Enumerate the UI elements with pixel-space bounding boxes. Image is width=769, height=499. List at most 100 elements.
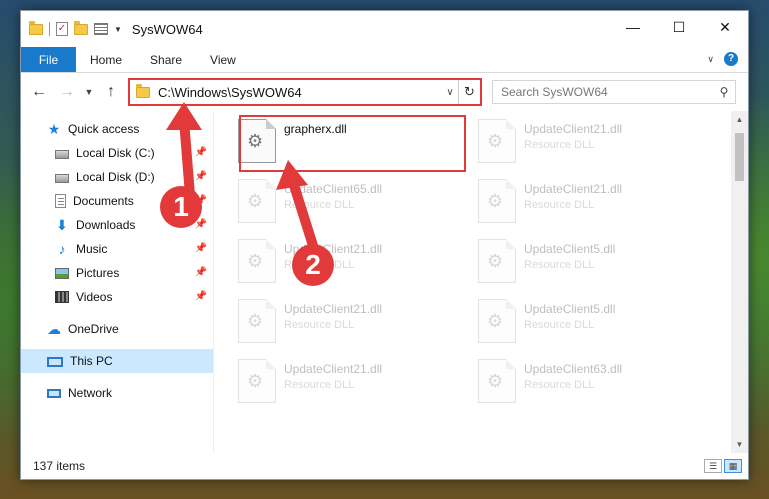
help-icon[interactable]: ? xyxy=(724,52,738,66)
nav-item-label: Videos xyxy=(76,290,113,304)
pin-icon[interactable]: 📌 xyxy=(195,291,207,302)
tab-file[interactable]: File xyxy=(21,47,76,72)
address-bar[interactable]: C:\Windows\SysWOW64 ∨ ↻ xyxy=(128,78,482,106)
dll-file-icon: ⚙ xyxy=(478,119,516,163)
nav-item-music[interactable]: ♪ Music 📌 xyxy=(21,237,213,261)
minimize-button[interactable]: — xyxy=(610,11,656,43)
nav-item-label: Downloads xyxy=(76,218,136,232)
star-icon: ★ xyxy=(47,121,61,137)
scrollbar-thumb[interactable] xyxy=(735,133,744,181)
file-item[interactable]: ⚙ UpdateClient21.dllResource DLL xyxy=(238,295,478,355)
file-type: Resource DLL xyxy=(524,259,595,271)
nav-item-onedrive[interactable]: ☁ OneDrive xyxy=(21,317,213,341)
search-box[interactable]: ⚲ xyxy=(492,80,736,104)
forward-arrow-icon[interactable]: → xyxy=(53,83,81,101)
address-path[interactable]: C:\Windows\SysWOW64 xyxy=(158,85,442,100)
documents-icon xyxy=(55,194,66,208)
dll-file-icon: ⚙ xyxy=(238,119,276,163)
window-title: SysWOW64 xyxy=(131,21,203,37)
nav-item-quick-access[interactable]: ★ Quick access xyxy=(21,117,213,141)
file-type: Resource DLL xyxy=(524,319,595,331)
tab-home[interactable]: Home xyxy=(76,47,136,72)
scroll-up-arrow-icon[interactable]: ▲ xyxy=(731,111,748,128)
file-type: Resource DLL xyxy=(284,319,355,331)
gear-icon: ⚙ xyxy=(247,311,264,331)
up-arrow-icon[interactable]: ↑ xyxy=(97,83,125,101)
address-dropdown-chevron-icon[interactable]: ∨ xyxy=(442,87,458,98)
nav-item-label: Network xyxy=(68,386,113,400)
pin-icon[interactable]: 📌 xyxy=(195,147,207,158)
large-icons-view-icon[interactable]: ▦ xyxy=(724,459,742,473)
onedrive-icon: ☁ xyxy=(47,321,61,337)
dll-file-icon: ⚙ xyxy=(238,179,276,223)
file-item[interactable]: ⚙ UpdateClient5.dll Resource DLL xyxy=(478,235,718,295)
nav-item-label: OneDrive xyxy=(68,322,119,336)
folder-icon xyxy=(29,20,43,35)
tab-share[interactable]: Share xyxy=(136,47,196,72)
nav-item-this-pc[interactable]: This PC xyxy=(21,349,213,373)
gear-icon: ⚙ xyxy=(487,251,504,271)
file-type: Resource DLL xyxy=(524,139,595,151)
scroll-down-arrow-icon[interactable]: ▼ xyxy=(731,436,748,453)
file-item[interactable]: ⚙ UpdateClient65.dll Resource DLL xyxy=(238,175,478,235)
file-list-pane: ⚙ grapherx.dll ⚙ UpdateClient21.dll Resou… xyxy=(214,111,748,453)
file-name: UpdateClient21.dll xyxy=(284,362,383,376)
customize-toolbar-chevron-icon[interactable]: ▼ xyxy=(114,25,122,34)
file-type: Resource DLL xyxy=(524,199,595,211)
explorer-body: ★ Quick access Local Disk (C:) 📌 Local D… xyxy=(21,111,748,453)
address-row: ← → ▼ ↑ C:\Windows\SysWOW64 ∨ ↻ ⚲ xyxy=(21,73,748,111)
details-view-icon[interactable]: ☰ xyxy=(704,459,722,473)
step-badge-1: 1 xyxy=(160,186,202,228)
pin-icon[interactable]: 📌 xyxy=(195,243,207,254)
gear-icon: ⚙ xyxy=(247,371,264,391)
search-input[interactable] xyxy=(493,85,713,99)
ribbon-tabs: File Home Share View ∨ ? xyxy=(21,47,748,73)
expand-ribbon-chevron-icon[interactable]: ∨ xyxy=(707,54,714,65)
file-item[interactable]: ⚙ UpdateClient21.dllResource DLL xyxy=(478,115,718,175)
disk-icon xyxy=(55,149,69,159)
file-item[interactable]: ⚙ UpdateClient21.dll Resource DLL xyxy=(238,355,478,415)
nav-item-pictures[interactable]: Pictures 📌 xyxy=(21,261,213,285)
nav-item-videos[interactable]: Videos 📌 xyxy=(21,285,213,309)
folder-icon xyxy=(136,83,150,98)
nav-item-label: Documents xyxy=(73,194,134,208)
tab-view[interactable]: View xyxy=(196,47,250,72)
file-item[interactable]: ⚙ UpdateClient21.dllResource DLL xyxy=(238,235,478,295)
window-controls: — ☐ ✕ xyxy=(610,11,748,43)
dll-file-icon: ⚙ xyxy=(238,299,276,343)
maximize-button[interactable]: ☐ xyxy=(656,11,702,43)
properties-icon[interactable] xyxy=(94,23,108,35)
file-item[interactable]: ⚙ UpdateClient21.dllResource DLL xyxy=(478,175,718,235)
file-explorer-window: ✓ ▼ SysWOW64 — ☐ ✕ File Home Share View … xyxy=(20,10,749,480)
new-folder-icon[interactable] xyxy=(74,20,88,35)
file-item-grapherx[interactable]: ⚙ grapherx.dll xyxy=(238,115,478,175)
dll-file-icon: ⚙ xyxy=(478,239,516,283)
nav-item-label: This PC xyxy=(70,354,113,368)
back-arrow-icon[interactable]: ← xyxy=(25,83,53,101)
navigation-pane: ★ Quick access Local Disk (C:) 📌 Local D… xyxy=(21,111,214,453)
nav-item-local-disk-c[interactable]: Local Disk (C:) 📌 xyxy=(21,141,213,165)
quick-access-toolbar: ✓ ▼ xyxy=(21,20,122,36)
dll-file-icon: ⚙ xyxy=(478,359,516,403)
file-item[interactable]: ⚙ UpdateClient5.dll Resource DLL xyxy=(478,295,718,355)
close-button[interactable]: ✕ xyxy=(702,11,748,43)
gear-icon: ⚙ xyxy=(247,131,264,151)
refresh-icon[interactable]: ↻ xyxy=(458,80,480,104)
dll-file-icon: ⚙ xyxy=(478,299,516,343)
search-icon[interactable]: ⚲ xyxy=(713,85,735,99)
step-badge-2: 2 xyxy=(292,244,334,286)
pin-icon[interactable]: 📌 xyxy=(195,267,207,278)
vertical-scrollbar[interactable]: ▲ ▼ xyxy=(731,111,748,453)
file-type: Resource DLL xyxy=(284,199,355,211)
recent-locations-chevron-icon[interactable]: ▼ xyxy=(81,87,97,97)
nav-item-network[interactable]: Network xyxy=(21,381,213,405)
nav-item-label: Pictures xyxy=(76,266,120,280)
gear-icon: ⚙ xyxy=(247,191,264,211)
file-type: Resource DLL xyxy=(284,379,355,391)
pin-icon[interactable]: 📌 xyxy=(195,171,207,182)
nav-item-label: Music xyxy=(76,242,108,256)
file-item[interactable]: ⚙ UpdateClient63.dll Resource DLL xyxy=(478,355,718,415)
dll-file-icon: ⚙ xyxy=(238,239,276,283)
videos-icon xyxy=(55,291,69,303)
properties-check-icon[interactable]: ✓ xyxy=(56,22,68,36)
